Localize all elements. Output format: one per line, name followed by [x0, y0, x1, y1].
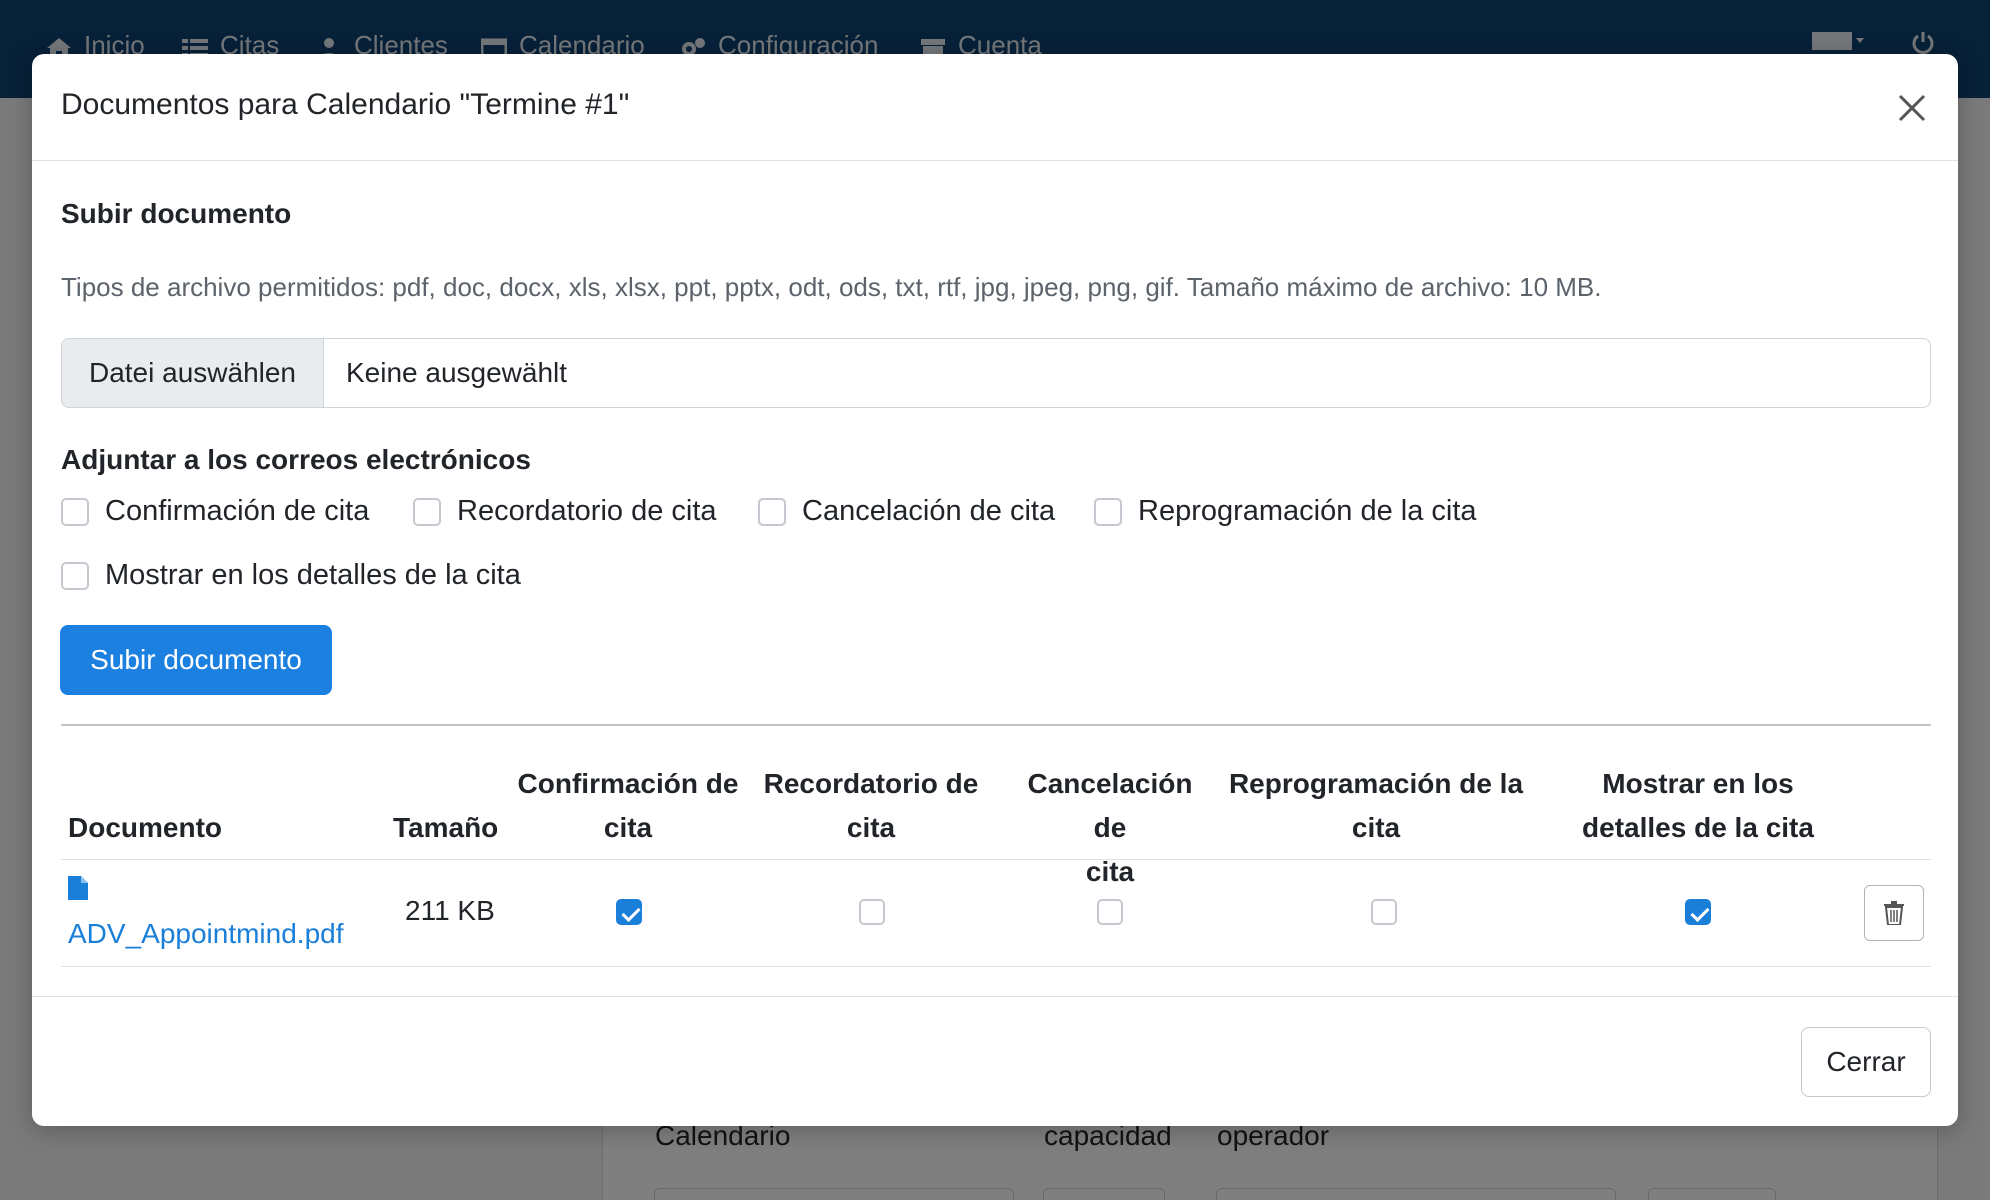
document-size: 211 KB: [405, 895, 495, 926]
choose-file-button[interactable]: Datei auswählen: [62, 339, 324, 407]
th-line: cita: [1085, 856, 1135, 887]
modal-header: Documentos para Calendario "Termine #1": [32, 54, 1958, 161]
table-header-border: [61, 859, 1931, 860]
th-reschedule: Reprogramación de la cita: [1226, 762, 1526, 850]
th-line: Confirmación de: [517, 768, 739, 799]
file-icon: [68, 876, 88, 900]
upload-section-title: Subir documento: [61, 198, 292, 229]
checkbox-reminder[interactable]: Recordatorio de cita: [413, 495, 717, 528]
trash-icon: [1884, 901, 1904, 925]
checkbox-reschedule[interactable]: Reprogramación de la cita: [1094, 495, 1477, 528]
row-checkbox-confirmation[interactable]: [616, 899, 642, 925]
th-line: cita: [603, 812, 653, 843]
checkbox[interactable]: [758, 497, 786, 526]
modal-footer-border: [32, 996, 1958, 997]
close-button[interactable]: Cerrar: [1801, 1027, 1931, 1097]
th-line: Reprogramación de la: [1228, 768, 1524, 799]
checkbox-label: Cancelación de cita: [802, 495, 1056, 527]
allowed-types-help: Tipos de archivo permitidos: pdf, doc, d…: [61, 272, 1602, 302]
close-icon[interactable]: [1890, 86, 1934, 130]
checkbox-label: Recordatorio de cita: [457, 495, 717, 527]
checkbox-cancellation[interactable]: Cancelación de cita: [758, 495, 1055, 528]
file-input[interactable]: Datei auswählen Keine ausgewählt: [61, 338, 1931, 408]
row-checkbox-reminder[interactable]: [859, 899, 885, 925]
checkbox[interactable]: [61, 497, 89, 526]
th-size: Tamaño: [393, 812, 499, 843]
checkbox-confirmation[interactable]: Confirmación de cita: [61, 495, 369, 528]
th-line: cita: [1351, 812, 1401, 843]
documents-modal: Documentos para Calendario "Termine #1" …: [32, 54, 1958, 1126]
th-line: Cancelación de: [1027, 768, 1193, 843]
th-line: Recordatorio de: [763, 768, 979, 799]
th-confirmation: Confirmación de cita: [511, 762, 745, 850]
table-row-border: [61, 966, 1931, 967]
checkbox-show-in-details[interactable]: Mostrar en los detalles de la cita: [61, 559, 521, 592]
th-reminder: Recordatorio de cita: [756, 762, 986, 850]
checkbox-label: Mostrar en los detalles de la cita: [105, 559, 521, 591]
th-line: cita: [846, 812, 896, 843]
checkbox[interactable]: [61, 561, 89, 590]
attach-section-title: Adjuntar a los correos electrónicos: [61, 444, 531, 475]
checkbox-label: Confirmación de cita: [105, 495, 370, 527]
delete-document-button[interactable]: [1864, 885, 1924, 941]
th-line: detalles de la cita: [1582, 812, 1814, 843]
upload-document-button[interactable]: Subir documento: [60, 625, 332, 695]
file-status: Keine ausgewählt: [346, 357, 568, 388]
th-line: Mostrar en los: [1602, 768, 1794, 799]
document-link[interactable]: ADV_Appointmind.pdf: [68, 918, 344, 950]
checkbox[interactable]: [1094, 497, 1122, 526]
th-document: Documento: [68, 812, 222, 843]
row-checkbox-reschedule[interactable]: [1371, 899, 1397, 925]
modal-title: Documentos para Calendario "Termine #1": [61, 88, 630, 121]
section-divider: [61, 724, 1931, 726]
checkbox[interactable]: [413, 497, 441, 526]
th-show-details: Mostrar en los detalles de la cita: [1568, 762, 1828, 850]
th-cancellation: Cancelación de cita: [1008, 762, 1212, 894]
checkbox-label: Reprogramación de la cita: [1138, 495, 1477, 527]
row-checkbox-cancellation[interactable]: [1097, 899, 1123, 925]
row-checkbox-show-details[interactable]: [1685, 899, 1711, 925]
